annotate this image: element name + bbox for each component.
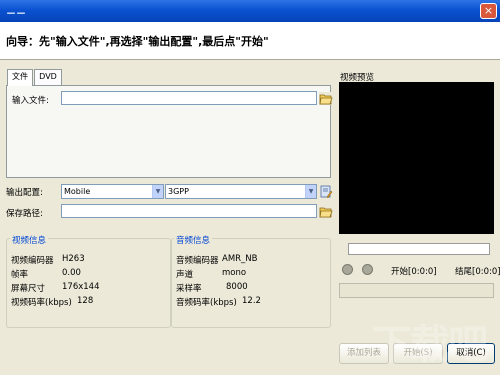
input-file-label: 输入文件:	[12, 96, 49, 106]
end-marker-button[interactable]: 结尾[0:0:0]	[455, 265, 500, 277]
samplerate-value: 8000	[226, 282, 248, 292]
audio-bitrate-label: 音频码率(kbps)	[176, 298, 237, 308]
video-codec-value: H263	[62, 254, 85, 264]
input-browse-button[interactable]	[319, 92, 333, 105]
output-format-value: 3GPP	[168, 187, 189, 196]
save-path-field[interactable]	[61, 204, 317, 218]
window-title: －－	[6, 9, 26, 20]
folder-open-icon	[319, 94, 333, 105]
settings-edit-icon	[320, 185, 333, 198]
video-info-title: 视频信息	[10, 234, 49, 246]
title-bar: －－ ×	[0, 0, 500, 22]
audio-bitrate-value: 12.2	[242, 296, 261, 306]
framerate-value: 0.00	[62, 268, 81, 278]
save-browse-button[interactable]	[319, 205, 333, 218]
video-bitrate-label: 视频码率(kbps)	[11, 298, 72, 308]
seek-slider[interactable]	[348, 243, 490, 255]
save-path-label: 保存路径:	[6, 209, 43, 219]
preview-status-bar	[339, 283, 494, 298]
guide-text: 向导：先"输入文件",再选择"输出配置",最后点"开始"	[6, 35, 269, 48]
samplerate-label: 采样率	[176, 284, 202, 294]
screen-size-label: 屏幕尺寸	[11, 284, 46, 294]
video-preview-area	[339, 82, 494, 234]
framerate-label: 帧率	[11, 270, 29, 280]
config-edit-button[interactable]	[319, 185, 333, 198]
watermark-text: 下载吧	[372, 322, 488, 368]
audio-info-title: 音频信息	[174, 234, 213, 246]
folder-open-icon	[319, 207, 333, 218]
tab-dvd[interactable]: DVD	[34, 69, 62, 85]
channels-label: 声道	[176, 270, 194, 280]
output-format-select[interactable]: 3GPP ▼	[165, 184, 317, 199]
audio-codec-label: 音频编码器	[176, 256, 219, 266]
watermark-logo: 下载吧	[372, 312, 497, 370]
start-marker-button[interactable]: 开始[0:0:0]	[391, 265, 437, 277]
output-profile-value: Mobile	[64, 187, 91, 196]
input-file-field[interactable]	[61, 91, 317, 105]
channels-value: mono	[222, 268, 247, 278]
pause-button[interactable]	[342, 264, 353, 275]
audio-codec-value: AMR_NB	[222, 254, 258, 264]
chevron-down-icon: ▼	[152, 185, 163, 198]
guide-banner: 向导：先"输入文件",再选择"输出配置",最后点"开始"	[0, 22, 500, 60]
tab-file[interactable]: 文件	[7, 69, 33, 86]
close-button[interactable]: ×	[480, 3, 497, 19]
play-button[interactable]	[362, 264, 373, 275]
output-config-label: 输出配置:	[6, 188, 43, 198]
screen-size-value: 176x144	[62, 282, 100, 292]
video-codec-label: 视频编码器	[11, 256, 54, 266]
output-profile-select[interactable]: Mobile ▼	[61, 184, 164, 199]
video-bitrate-value: 128	[77, 296, 94, 306]
chevron-down-icon: ▼	[305, 185, 316, 198]
